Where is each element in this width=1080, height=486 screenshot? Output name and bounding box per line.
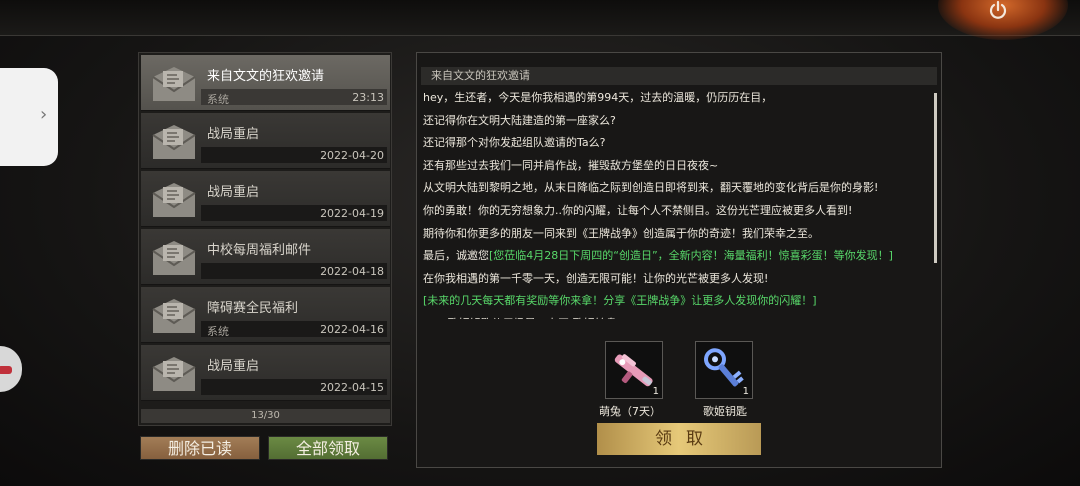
mail-title: 中校每周福利邮件 xyxy=(207,243,312,258)
mail-title: 战局重启 xyxy=(207,185,260,200)
envelope-icon xyxy=(152,299,196,333)
reward-slot[interactable]: 1 xyxy=(695,341,753,399)
mail-body-line: 最后，诚邀您[您莅临4月28日下周四的“创造日”，全新内容！海量福利！惊喜彩蛋！… xyxy=(423,247,893,263)
mail-list-item[interactable]: 中校每周福利邮件 2022-04-18 xyxy=(141,229,390,285)
mail-tag: 系统 xyxy=(207,93,229,106)
mail-detail-title: 来自文文的狂欢邀请 xyxy=(421,67,937,85)
delete-read-button[interactable]: 删除已读 xyxy=(140,436,260,460)
envelope-icon xyxy=(152,183,196,217)
mail-title: 战局重启 xyxy=(207,127,260,142)
mail-date: 2022-04-20 xyxy=(320,149,384,162)
mail-title: 战局重启 xyxy=(207,359,260,374)
mail-body-text: 最后，诚邀您 xyxy=(423,249,489,263)
mail-body-line: 还记得那个对你发起组队邀请的Ta么? xyxy=(423,136,606,150)
mail-body-highlight: [您莅临4月28日下周四的“创造日”，全新内容！海量福利！惊喜彩蛋！等你发现！] xyxy=(489,249,893,263)
mail-list-item[interactable]: 战局重启 2022-04-19 xyxy=(141,171,390,227)
reward-name: 萌兔（7天） xyxy=(599,405,661,418)
reward-count: 1 xyxy=(652,386,659,397)
mail-list-item[interactable]: 战局重启 2022-04-20 xyxy=(141,113,390,169)
mail-date: 2022-04-19 xyxy=(320,207,384,220)
mail-body-line: 在你我相遇的第一千零一天，创造无限可能！让你的光芒被更多人发现! xyxy=(423,271,769,285)
reward-count: 1 xyxy=(742,386,749,397)
reward-slot[interactable]: 1 xyxy=(605,341,663,399)
envelope-icon xyxy=(152,67,196,101)
mail-content[interactable]: hey，生还者，今天是你我相遇的第994天，过去的温暖，仍历历在目， 还记得你在文… xyxy=(423,87,933,319)
mail-body-line: 还有那些过去我们一同并肩作战，摧毁敌方堡垒的日日夜夜~ xyxy=(423,158,719,172)
chevron-right-icon: › xyxy=(40,104,48,125)
mail-title: 来自文文的狂欢邀请 xyxy=(207,69,325,84)
envelope-icon xyxy=(152,125,196,159)
mail-detail-panel: 来自文文的狂欢邀请 hey，生还者，今天是你我相遇的第994天，过去的温暖，仍历… xyxy=(416,52,942,468)
mail-title: 障碍赛全民福利 xyxy=(207,301,299,316)
envelope-icon xyxy=(152,241,196,275)
mail-list-item[interactable]: 战局重启 2022-04-15 xyxy=(141,345,390,401)
mail-date: 23:13 xyxy=(352,91,384,104)
mail-tag: 系统 xyxy=(207,325,229,338)
mail-date: 2022-04-16 xyxy=(320,323,384,336)
mail-list-item[interactable]: 来自文文的狂欢邀请 系统 23:13 xyxy=(141,55,390,111)
claim-button[interactable]: 领取 xyxy=(597,423,761,455)
mail-body-line: 你的勇敢！你的无穷想象力..你的闪耀，让每个人不禁侧目。这份光芒理应被更多人看到… xyxy=(423,204,853,217)
power-icon[interactable] xyxy=(984,0,1012,26)
mail-list-panel: 来自文文的狂欢邀请 系统 23:13 战局重启 2022-04-20 战局重启 … xyxy=(138,52,392,426)
claim-all-button[interactable]: 全部领取 xyxy=(268,436,388,460)
side-float-button[interactable] xyxy=(0,346,22,392)
content-scrollbar[interactable] xyxy=(934,93,937,263)
mail-body-line: 从文明大陆到黎明之地，从末日降临之际到创造日即将到来，翻天覆地的变化背后是你的身… xyxy=(423,181,879,195)
mail-date: 2022-04-15 xyxy=(320,381,384,394)
mail-body-line: 期待你和你更多的朋友一同来到《王牌战争》创造属于你的奇迹！我们荣幸之至。 xyxy=(423,226,819,240)
envelope-icon xyxy=(152,357,196,391)
mail-date: 2022-04-18 xyxy=(320,265,384,278)
mail-body-line: 还记得你在文明大陆建造的第一座家么? xyxy=(423,113,616,127)
mail-list-item[interactable]: 障碍赛全民福利 系统 2022-04-16 xyxy=(141,287,390,343)
top-bar xyxy=(0,0,1080,36)
page-indicator: 13/30 xyxy=(141,409,390,423)
mail-body-line: [未来的几天每天都有奖励等你来拿！分享《王牌战争》让更多人发现你的闪耀！] xyxy=(423,294,817,308)
reward-name: 歌姬钥匙 xyxy=(703,405,747,418)
mail-body-line: hey，生还者，今天是你我相遇的第994天，过去的温暖，仍历历在目， xyxy=(423,91,773,104)
side-expand-tab[interactable]: › xyxy=(0,68,58,166)
mail-body-line: PS：歌姬钥匙使用场景：大厅-歌姬转盘 xyxy=(423,315,617,319)
